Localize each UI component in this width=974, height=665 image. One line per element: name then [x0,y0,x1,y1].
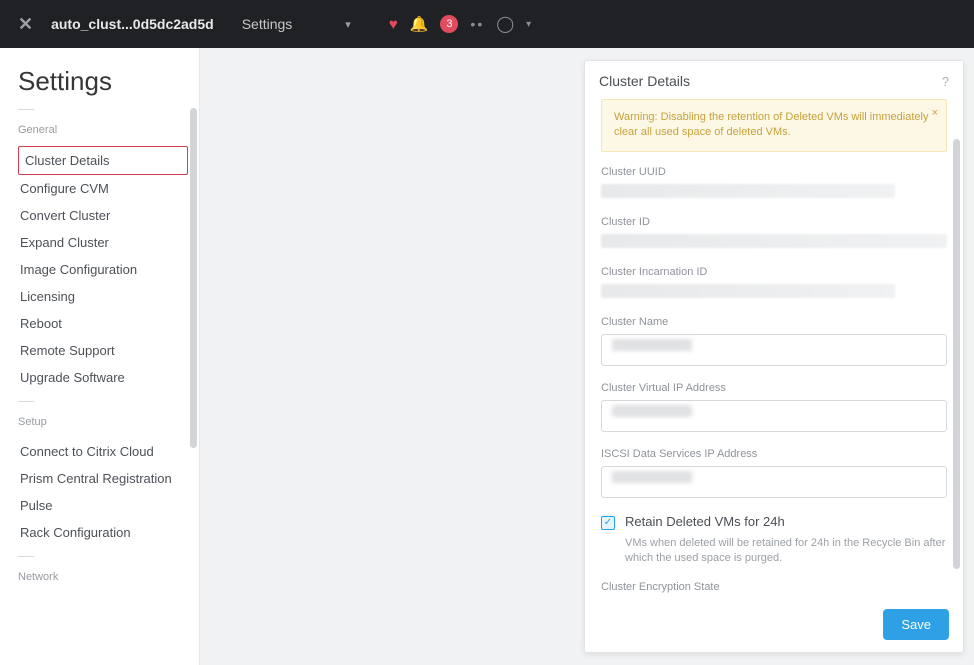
main-area: Settings General Cluster Details Configu… [0,48,974,665]
bell-icon[interactable]: 🔔 [410,15,429,33]
panel-body: Warning: Disabling the retention of Dele… [585,99,963,599]
section-network: Network [18,571,199,583]
sidebar-item-remote-support[interactable]: Remote Support [18,337,188,364]
label-cluster-id: Cluster ID [601,216,947,228]
topbar: ✕ auto_clust...0d5dc2ad5d Settings ▾ ♥ 🔔… [0,0,974,48]
input-iscsi[interactable] [601,466,947,498]
sidebar-item-licensing[interactable]: Licensing [18,283,188,310]
sidebar-item-expand-cluster[interactable]: Expand Cluster [18,229,188,256]
label-cluster-vip: Cluster Virtual IP Address [601,382,947,394]
input-cluster-name[interactable] [601,334,947,366]
sidebar-item-prism-central[interactable]: Prism Central Registration [18,465,188,492]
tab-settings[interactable]: Settings [242,16,293,32]
label-cluster-incarnation: Cluster Incarnation ID [601,266,947,278]
warning-banner: Warning: Disabling the retention of Dele… [601,99,947,152]
sidebar-item-reboot[interactable]: Reboot [18,310,188,337]
save-button[interactable]: Save [883,609,949,640]
sidebar-item-cluster-details[interactable]: Cluster Details [18,146,188,175]
divider [18,109,34,110]
details-panel: Cluster Details ? Warning: Disabling the… [584,60,964,653]
checkbox-row-retain[interactable]: ✓ Retain Deleted VMs for 24h [601,514,947,530]
sidebar-item-citrix-cloud[interactable]: Connect to Citrix Cloud [18,438,188,465]
section-general: General [18,124,199,136]
topbar-icons: ♥ 🔔 3 •• ◯ ▾ [389,14,531,34]
section-setup: Setup [18,416,199,428]
help-icon[interactable]: ? [942,74,949,89]
label-iscsi: ISCSI Data Services IP Address [601,448,947,460]
more-icon[interactable]: •• [470,16,484,32]
checkbox-desc-retain: VMs when deleted will be retained for 24… [625,536,947,567]
sidebar: Settings General Cluster Details Configu… [0,48,200,665]
alert-badge[interactable]: 3 [440,15,458,33]
label-cluster-name: Cluster Name [601,316,947,328]
page-title: Settings [18,66,199,97]
panel-footer: Save [585,599,963,652]
cluster-name[interactable]: auto_clust...0d5dc2ad5d [51,16,214,32]
circle-icon[interactable]: ◯ [496,14,514,34]
scrollbar[interactable] [953,139,960,569]
value-cluster-uuid [601,184,895,198]
value-cluster-id [601,234,947,248]
sidebar-item-rack-config[interactable]: Rack Configuration [18,519,188,546]
sidebar-item-configure-cvm[interactable]: Configure CVM [18,175,188,202]
value-cluster-incarnation [601,284,895,298]
divider [18,556,34,557]
heart-icon[interactable]: ♥ [389,16,398,33]
sidebar-items-general: Cluster Details Configure CVM Convert Cl… [18,146,199,391]
sidebar-item-pulse[interactable]: Pulse [18,492,188,519]
sidebar-item-image-configuration[interactable]: Image Configuration [18,256,188,283]
divider [18,401,34,402]
input-cluster-vip[interactable] [601,400,947,432]
sidebar-item-upgrade-software[interactable]: Upgrade Software [18,364,188,391]
chevron-down-icon[interactable]: ▾ [526,19,531,30]
close-icon[interactable]: × [932,106,938,121]
sidebar-items-setup: Connect to Citrix Cloud Prism Central Re… [18,438,199,546]
panel-title: Cluster Details [599,73,690,89]
checkbox-label-retain: Retain Deleted VMs for 24h [625,514,785,529]
close-icon[interactable]: ✕ [18,14,33,35]
warning-text: Warning: Disabling the retention of Dele… [614,111,928,138]
label-cluster-uuid: Cluster UUID [601,166,947,178]
panel-header: Cluster Details ? [585,61,963,99]
label-encryption: Cluster Encryption State [601,581,947,593]
scrollbar[interactable] [190,108,197,448]
checkbox-retain[interactable]: ✓ [601,516,615,530]
sidebar-item-convert-cluster[interactable]: Convert Cluster [18,202,188,229]
chevron-down-icon[interactable]: ▾ [345,18,351,31]
